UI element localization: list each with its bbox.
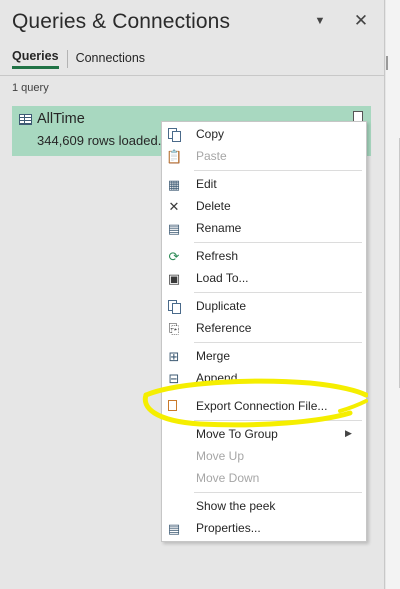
menu-item-label: Paste	[196, 149, 227, 163]
menu-item-load-to[interactable]: ▣ Load To...	[162, 268, 366, 290]
menu-item-move-up[interactable]: Move Up	[162, 446, 366, 468]
menu-item-rename[interactable]: ▤ Rename	[162, 218, 366, 240]
menu-item-append[interactable]: ⊟ Append	[162, 368, 366, 390]
query-context-menu: Copy 📋 Paste ▦ Edit ✕ Delete ▤ Rename ⟳ …	[161, 121, 367, 542]
menu-item-label: Edit	[196, 177, 217, 191]
menu-item-delete[interactable]: ✕ Delete	[162, 196, 366, 218]
table-icon	[19, 114, 32, 125]
menu-item-label: Delete	[196, 199, 231, 213]
tab-connections[interactable]: Connections	[76, 51, 146, 68]
pane-options-button[interactable]: ▼	[308, 9, 332, 33]
tab-queries[interactable]: Queries	[12, 49, 59, 69]
menu-item-duplicate[interactable]: Duplicate	[162, 296, 366, 318]
menu-item-label: Refresh	[196, 249, 239, 263]
menu-separator	[194, 492, 362, 493]
menu-separator	[194, 292, 362, 293]
menu-item-copy[interactable]: Copy	[162, 124, 366, 146]
menu-separator	[194, 342, 362, 343]
menu-item-label: Rename	[196, 221, 242, 235]
tabs-divider	[0, 75, 385, 76]
close-icon: ✕	[353, 11, 369, 30]
append-icon: ⊟	[168, 371, 180, 386]
tab-divider	[66, 50, 68, 68]
menu-item-move-to-group[interactable]: Move To Group ▶	[162, 424, 366, 446]
menu-item-label: Move Down	[196, 471, 260, 485]
menu-separator	[194, 420, 362, 421]
menu-item-refresh[interactable]: ⟳ Refresh	[162, 246, 366, 268]
paste-icon: 📋	[166, 149, 183, 164]
reference-icon: ⎘	[168, 321, 180, 336]
refresh-icon: ⟳	[168, 249, 180, 264]
menu-item-label: Copy	[196, 127, 225, 141]
menu-item-paste[interactable]: 📋 Paste	[162, 146, 366, 168]
edge-mark	[386, 56, 392, 70]
menu-item-label: Show the peek	[196, 499, 276, 513]
query-count: 1 query	[12, 82, 49, 94]
delete-icon: ✕	[168, 199, 180, 214]
menu-item-export-connection-file[interactable]: Export Connection File...	[162, 396, 366, 418]
menu-item-label: Load To...	[196, 271, 249, 285]
menu-item-label: Properties...	[196, 521, 261, 535]
menu-item-label: Move Up	[196, 449, 245, 463]
submenu-arrow-icon: ▶	[345, 428, 352, 438]
menu-item-move-down[interactable]: Move Down	[162, 468, 366, 490]
copy-icon	[166, 127, 182, 143]
menu-item-label: Reference	[196, 321, 252, 335]
duplicate-icon	[166, 299, 182, 315]
chevron-down-icon: ▼	[314, 15, 326, 27]
menu-item-edit[interactable]: ▦ Edit	[162, 174, 366, 196]
close-pane-button[interactable]: ✕	[349, 9, 373, 33]
menu-item-label: Append	[196, 371, 238, 385]
query-name: AllTime	[37, 111, 85, 127]
export-connection-icon	[166, 399, 182, 415]
menu-item-label: Duplicate	[196, 299, 247, 313]
rename-icon: ▤	[167, 221, 181, 236]
pane-title: Queries & Connections	[12, 10, 231, 33]
query-status: 344,609 rows loaded.	[37, 133, 162, 148]
menu-separator	[194, 170, 362, 171]
menu-item-properties[interactable]: ▤ Properties...	[162, 518, 366, 540]
load-to-icon: ▣	[167, 271, 181, 286]
menu-item-label: Export Connection File...	[196, 399, 328, 413]
menu-separator	[194, 242, 362, 243]
menu-item-merge[interactable]: ⊞ Merge	[162, 346, 366, 368]
merge-icon: ⊞	[168, 349, 180, 364]
edit-icon: ▦	[167, 177, 181, 192]
worksheet-edge	[386, 0, 400, 589]
menu-item-show-the-peek[interactable]: Show the peek	[162, 496, 366, 518]
properties-icon: ▤	[167, 521, 181, 536]
pane-tabs: Queries Connections	[12, 49, 145, 69]
menu-item-label: Move To Group	[196, 427, 278, 441]
menu-item-reference[interactable]: ⎘ Reference	[162, 318, 366, 340]
menu-item-label: Merge	[196, 349, 231, 363]
